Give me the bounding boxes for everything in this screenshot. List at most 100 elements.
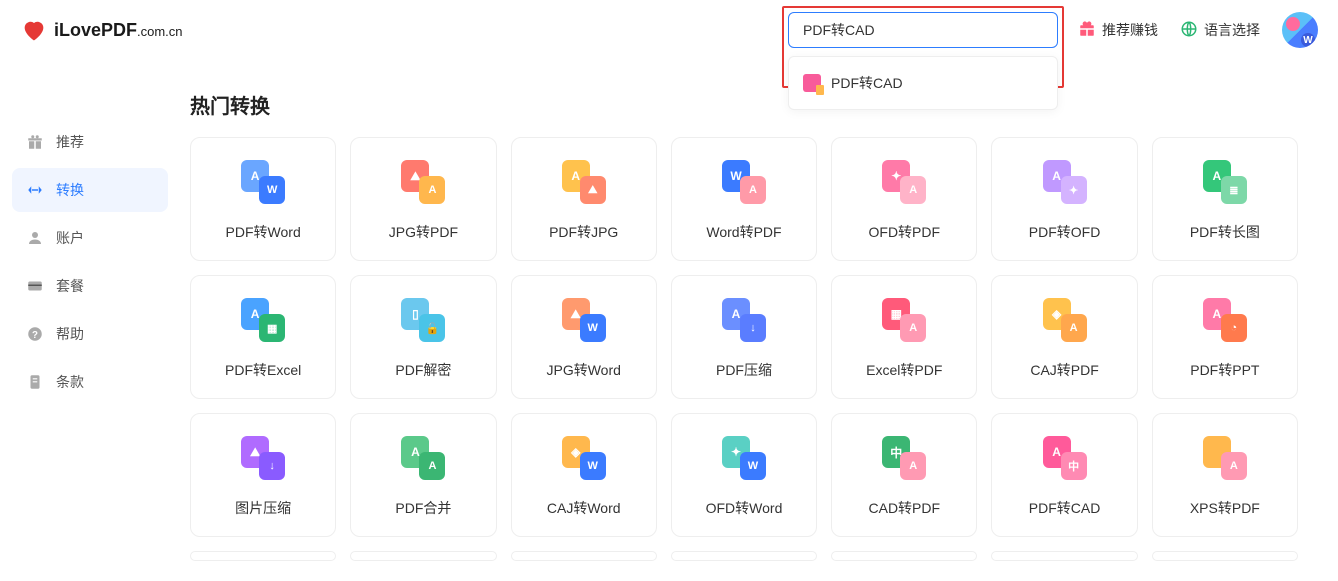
card-icon: A↓ bbox=[722, 298, 766, 342]
conversion-grid: AW PDF转Word ⛰A JPG转PDF A⛰ PDF转JPG WA Word转PDF ✦A… bbox=[190, 137, 1298, 537]
doc-icon bbox=[26, 373, 44, 391]
card-icon: A◔ bbox=[1203, 298, 1247, 342]
card-label: OFD转Word bbox=[706, 498, 783, 518]
conversion-card[interactable]: A▦PDF转Excel bbox=[190, 275, 336, 399]
conversion-card[interactable]: ⛰A JPG转PDF bbox=[350, 137, 496, 261]
card-label: Word转PDF bbox=[706, 222, 781, 242]
gift-icon bbox=[26, 133, 44, 151]
svg-text:?: ? bbox=[32, 330, 38, 341]
card-label: XPS转PDF bbox=[1190, 498, 1260, 518]
avatar[interactable] bbox=[1282, 12, 1318, 48]
card-icon: ◈W bbox=[562, 436, 606, 480]
language-label: 语言选择 bbox=[1204, 20, 1260, 40]
card-label: CAD转PDF bbox=[869, 498, 941, 518]
conversion-card[interactable]: A XPS转PDF bbox=[1152, 413, 1298, 537]
card-label: JPG转PDF bbox=[389, 222, 458, 242]
sidebar-item-doc[interactable]: 条款 bbox=[12, 360, 168, 404]
conversion-card[interactable]: A≣ PDF转长图 bbox=[1152, 137, 1298, 261]
suggestion-text: PDF转CAD bbox=[831, 73, 903, 93]
card-label: CAJ转Word bbox=[547, 498, 621, 518]
sidebar-item-card[interactable]: 套餐 bbox=[12, 264, 168, 308]
card-icon: A✦ bbox=[1043, 160, 1087, 204]
sidebar-item-label: 账户 bbox=[56, 228, 84, 248]
card-label: PDF合并 bbox=[395, 498, 451, 518]
globe-icon bbox=[1180, 20, 1198, 41]
card-label: PDF转Word bbox=[226, 222, 301, 242]
sidebar-item-convert[interactable]: 转换 bbox=[12, 168, 168, 212]
card-icon: A▦ bbox=[241, 298, 285, 342]
card-label: JPG转Word bbox=[546, 360, 620, 380]
sidebar-item-label: 套餐 bbox=[56, 276, 84, 296]
conversion-card[interactable]: A↓ PDF压缩 bbox=[671, 275, 817, 399]
conversion-card[interactable]: AA PDF合并 bbox=[350, 413, 496, 537]
sidebar-item-label: 条款 bbox=[56, 372, 84, 392]
card-icon: ▯🔓 bbox=[401, 298, 445, 342]
conversion-card-partial[interactable] bbox=[511, 551, 657, 561]
conversion-card[interactable]: ✦A OFD转PDF bbox=[831, 137, 977, 261]
sidebar-item-gift[interactable]: 推荐 bbox=[12, 120, 168, 164]
search-input[interactable] bbox=[788, 12, 1058, 48]
sidebar: 推荐转换账户套餐 ?帮助条款 bbox=[0, 60, 180, 581]
card-icon: AA bbox=[401, 436, 445, 480]
card-icon: ⛰A bbox=[401, 160, 445, 204]
conversion-card[interactable]: ⛰↓图片压缩 bbox=[190, 413, 336, 537]
conversion-card[interactable]: ▦A Excel转PDF bbox=[831, 275, 977, 399]
card-icon: ▦A bbox=[882, 298, 926, 342]
conversion-card[interactable]: A中 PDF转CAD bbox=[991, 413, 1137, 537]
conversion-card[interactable]: A◔ PDF转PPT bbox=[1152, 275, 1298, 399]
conversion-card[interactable]: A⛰ PDF转JPG bbox=[511, 137, 657, 261]
card-icon: A⛰ bbox=[562, 160, 606, 204]
convert-icon bbox=[26, 181, 44, 199]
card-icon: 中A bbox=[882, 436, 926, 480]
conversion-card-partial[interactable] bbox=[1152, 551, 1298, 561]
suggestion-icon bbox=[803, 74, 821, 92]
logo[interactable]: iLovePDF.com.cn bbox=[20, 16, 183, 44]
card-icon: A中 bbox=[1043, 436, 1087, 480]
card-icon: A bbox=[1203, 436, 1247, 480]
conversion-card[interactable]: ✦W OFD转Word bbox=[671, 413, 817, 537]
sidebar-item-help[interactable]: ?帮助 bbox=[12, 312, 168, 356]
card-icon: AW bbox=[241, 160, 285, 204]
main-content: 热门转换 AW PDF转Word ⛰A JPG转PDF A⛰ PDF转JPG WA Word转… bbox=[180, 60, 1338, 581]
language-link[interactable]: 语言选择 bbox=[1180, 20, 1260, 41]
conversion-card[interactable]: 中A CAD转PDF bbox=[831, 413, 977, 537]
conversion-card-partial[interactable] bbox=[190, 551, 336, 561]
logo-text: iLovePDF.com.cn bbox=[54, 20, 183, 41]
search-suggestions: PDF转CAD bbox=[788, 56, 1058, 110]
conversion-card[interactable]: ◈W CAJ转Word bbox=[511, 413, 657, 537]
card-label: PDF转OFD bbox=[1029, 222, 1101, 242]
conversion-card-partial[interactable] bbox=[831, 551, 977, 561]
card-label: Excel转PDF bbox=[866, 360, 942, 380]
card-icon: ⛰W bbox=[562, 298, 606, 342]
conversion-card[interactable]: AW PDF转Word bbox=[190, 137, 336, 261]
card-icon: ✦A bbox=[882, 160, 926, 204]
sidebar-item-user[interactable]: 账户 bbox=[12, 216, 168, 260]
conversion-card[interactable]: A✦ PDF转OFD bbox=[991, 137, 1137, 261]
card-label: OFD转PDF bbox=[869, 222, 941, 242]
user-icon bbox=[26, 229, 44, 247]
search-area: PDF转CAD bbox=[788, 12, 1058, 48]
help-icon: ? bbox=[26, 325, 44, 343]
card-label: PDF转JPG bbox=[549, 222, 618, 242]
conversion-card[interactable]: ▯🔓PDF解密 bbox=[350, 275, 496, 399]
heart-icon bbox=[20, 16, 48, 44]
conversion-card-partial[interactable] bbox=[671, 551, 817, 561]
card-icon: WA bbox=[722, 160, 766, 204]
conversion-card[interactable]: WA Word转PDF bbox=[671, 137, 817, 261]
card-icon: A≣ bbox=[1203, 160, 1247, 204]
card-icon: ✦W bbox=[722, 436, 766, 480]
recommend-link[interactable]: 推荐赚钱 bbox=[1078, 20, 1158, 41]
card-label: PDF转长图 bbox=[1190, 222, 1260, 242]
section-title: 热门转换 bbox=[190, 90, 1298, 119]
header: iLovePDF.com.cn PDF转CAD 推荐赚钱 语言选择 bbox=[0, 0, 1338, 60]
conversion-card-partial[interactable] bbox=[350, 551, 496, 561]
card-label: PDF转PPT bbox=[1190, 360, 1259, 380]
conversion-card-partial[interactable] bbox=[991, 551, 1137, 561]
card-label: CAJ转PDF bbox=[1030, 360, 1098, 380]
card-label: PDF转CAD bbox=[1029, 498, 1101, 518]
card-label: PDF压缩 bbox=[716, 360, 772, 380]
conversion-card[interactable]: ⛰W JPG转Word bbox=[511, 275, 657, 399]
conversion-card[interactable]: ◈A CAJ转PDF bbox=[991, 275, 1137, 399]
card-icon: ◈A bbox=[1043, 298, 1087, 342]
search-suggestion-item[interactable]: PDF转CAD bbox=[789, 65, 1057, 101]
